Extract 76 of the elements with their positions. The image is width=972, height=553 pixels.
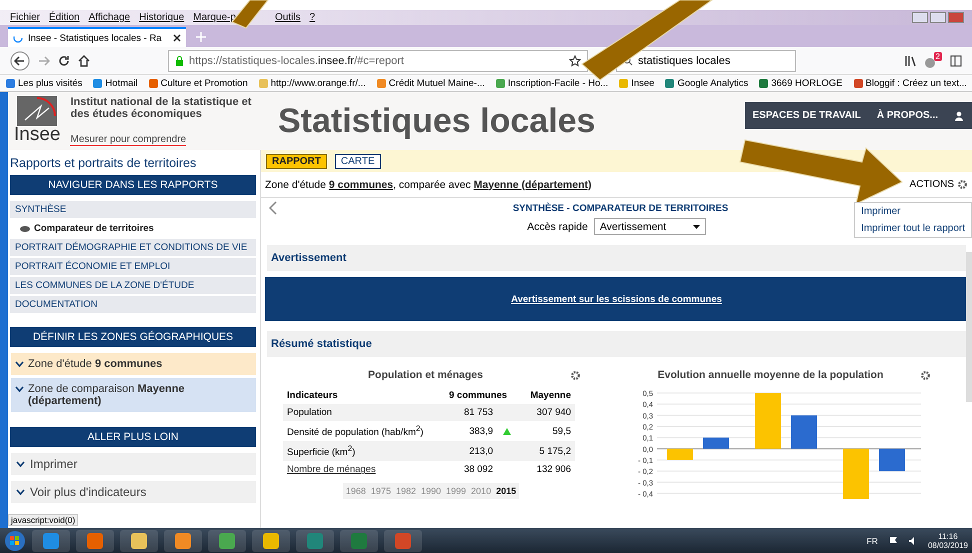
zone-summary: Zone d'étude 9 communes, comparée avec Mayenne (département)	[265, 178, 592, 190]
page-title: Statistiques locales	[278, 102, 596, 140]
warning-link[interactable]: Avertissement sur les scissions de communes	[511, 294, 722, 304]
actions-button[interactable]: ACTIONS	[910, 179, 968, 190]
section-heading: ALLER PLUS LOIN	[10, 427, 256, 447]
browser-tab[interactable]: Insee - Statistiques locales - Ra	[8, 27, 186, 47]
logo-text: Insee	[14, 126, 60, 144]
section-heading: DÉFINIR LES ZONES GÉOGRAPHIQUES	[10, 327, 256, 347]
search-field[interactable]: statistiques locales	[616, 50, 796, 72]
table-cell-text: Superficie (km$^{2}$)	[286, 443, 356, 460]
zone-selector[interactable]: Zone de comparaison Mayenne (département)	[11, 378, 256, 412]
menu-item[interactable]: Outils	[274, 12, 301, 23]
table-cell-text: 59,5	[552, 424, 572, 439]
section-header: Résumé statistique	[267, 331, 966, 357]
report-link[interactable]: DOCUMENTATION	[10, 296, 256, 313]
institute-name: Institut national de la statistique et des études économiques	[70, 96, 252, 120]
bookmark[interactable]: 3669 HORLOGE	[759, 78, 843, 88]
address-bar[interactable]: https://statistiques-locales.insee.fr/#c=report	[168, 50, 588, 72]
comparison-zone-link[interactable]: Mayenne (département)	[474, 178, 592, 190]
language-indicator: FR	[866, 536, 878, 546]
table-cell-text: 81 753	[462, 406, 494, 420]
table-cell-text: 5 175,2	[538, 444, 572, 459]
quick-access-select[interactable]: Avertissement	[594, 218, 706, 235]
mode-tab[interactable]: RAPPORT	[266, 154, 327, 168]
quick-access-label: Accès rapide	[527, 220, 588, 232]
expander[interactable]: Voir plus d'indicateurs	[11, 481, 256, 503]
column-header: 9 communes	[448, 389, 508, 403]
bookmark[interactable]: Hotmail	[93, 78, 138, 88]
bookmark[interactable]: http://www.orange.fr/...	[258, 78, 366, 88]
bookmark[interactable]: Les plus visités	[6, 78, 82, 88]
table-cell-text: 38 092	[462, 463, 494, 478]
clock-date: 08/03/2019	[928, 540, 968, 550]
table-cell-text: Densité de population (hab/km$^{2}$)	[286, 423, 424, 440]
expander[interactable]: Imprimer	[11, 453, 256, 475]
report-link[interactable]: PORTRAIT ÉCONOMIE ET EMPLOI	[10, 258, 256, 275]
table-cell-text: 213,0	[468, 444, 494, 459]
bookmark[interactable]: Inscription-Facile - Ho...	[496, 78, 608, 88]
panel-title: Population et ménages	[367, 369, 484, 381]
nav-link[interactable]: À PROPOS...	[876, 110, 938, 121]
chart-title: Evolution annuelle moyenne de la population	[656, 369, 884, 381]
status-text: javascript:void(0)	[8, 514, 78, 526]
menu-item[interactable]: Imprimer	[855, 203, 971, 220]
column-header: Indicateurs	[286, 389, 339, 403]
tagline: Mesurer pour comprendre	[70, 134, 186, 146]
menu-item[interactable]: Historique	[139, 12, 184, 23]
year-link[interactable]: 2015	[496, 486, 516, 496]
mode-tab[interactable]: CARTE	[334, 154, 381, 168]
study-zone-link[interactable]: 9 communes	[328, 178, 394, 190]
report-link[interactable]: PORTRAIT DÉMOGRAPHIE ET CONDITIONS DE VIE	[10, 239, 256, 256]
table-cell-text: 307 940	[536, 406, 572, 420]
table-cell-text: Population	[286, 406, 333, 420]
bookmark[interactable]: Bloggif : Créez un text...	[854, 78, 967, 88]
table-cell-text: 383,9	[468, 424, 494, 439]
table-cell-text: 132 906	[536, 463, 572, 478]
bookmark[interactable]: Google Analytics	[665, 78, 748, 88]
menu-item[interactable]: Affichage	[88, 12, 130, 23]
nav-link[interactable]: ESPACES DE TRAVAIL	[752, 110, 861, 121]
menu-item[interactable]: Fichier	[10, 12, 40, 23]
menu-item[interactable]: Imprimer tout le rapport	[855, 220, 971, 237]
bookmark[interactable]: Insee	[619, 78, 654, 88]
section-header: Avertissement	[267, 245, 966, 271]
section-heading: NAVIGUER DANS LES RAPPORTS	[10, 175, 256, 195]
bookmark[interactable]: Culture et Promotion	[148, 78, 248, 88]
report-link[interactable]: LES COMMUNES DE LA ZONE D'ÉTUDE	[10, 277, 256, 294]
column-header: Mayenne	[529, 389, 572, 403]
menu-item[interactable]: Marque-p	[193, 12, 236, 23]
clock-time: 11:16	[938, 532, 958, 540]
indicator-link[interactable]: Nombre de ménages	[287, 464, 376, 476]
menu-item[interactable]: Édition	[49, 12, 80, 23]
zone-selector[interactable]: Zone d'étude 9 communes	[11, 353, 256, 375]
menu-item[interactable]: ?	[310, 12, 316, 23]
report-title: SYNTHÈSE - COMPARATEUR DE TERRITOIRES	[512, 202, 728, 214]
sidebar-title: Rapports et portraits de territoires	[9, 155, 198, 172]
bookmark[interactable]: Crédit Mutuel Maine-...	[376, 78, 485, 88]
report-link[interactable]: SYNTHÈSE	[10, 201, 256, 218]
notification-badge: 2	[934, 52, 942, 61]
